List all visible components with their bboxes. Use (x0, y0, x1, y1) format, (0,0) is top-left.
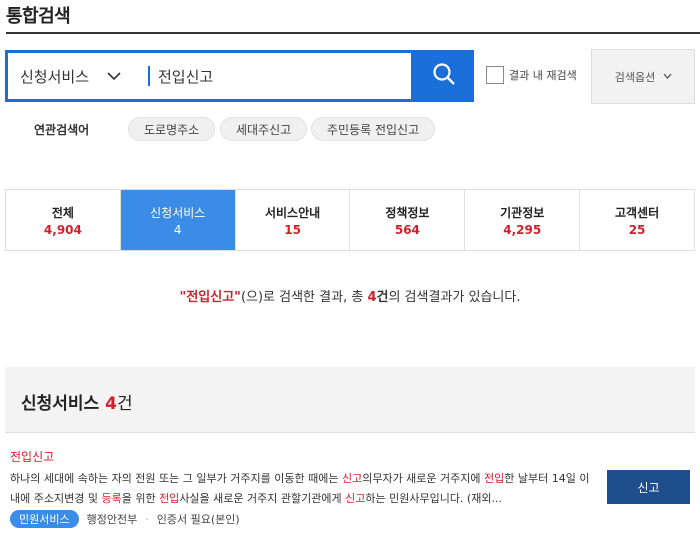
description-highlight: 신고 (341, 472, 363, 485)
related-chip-road-address[interactable]: 도로명주소 (128, 117, 216, 141)
search-options-label: 검색옵션 (614, 70, 656, 84)
tab-count: 4,295 (503, 222, 542, 237)
description-text: 을 위한 (121, 492, 160, 505)
section-title: 신청서비스 4건 (21, 389, 133, 414)
result-title-link[interactable]: 전입신고 (10, 448, 54, 465)
chevron-down-icon (663, 73, 672, 81)
tab-count: 15 (284, 222, 301, 237)
category-select-label: 신청서비스 (20, 68, 90, 86)
tab-label: 정책정보 (385, 205, 430, 220)
service-type-badge: 민원서비스 (10, 510, 79, 528)
recheck-checkbox[interactable] (486, 66, 504, 84)
agency-name: 행정안전부 (86, 513, 138, 526)
category-select[interactable]: 신청서비스 (20, 66, 121, 87)
title-divider (6, 32, 700, 34)
tab-label: 전체 (51, 205, 74, 220)
tab-service-guide[interactable]: 서비스안내 15 (236, 190, 351, 250)
category-tabs: 전체 4,904 신청서비스 4 서비스안내 15 정책정보 564 기관정보 … (5, 189, 695, 251)
recheck-label: 결과 내 재검색 (509, 69, 577, 82)
tab-policy-info[interactable]: 정책정보 564 (350, 190, 466, 250)
result-summary: "전입신고"(으)로 검색한 결과, 총 4건의 검색결과가 있습니다. (0, 286, 700, 305)
meta-separator: · (145, 512, 149, 526)
summary-text-end: 의 검색결과가 있습니다. (388, 290, 521, 305)
tab-label: 서비스안내 (264, 205, 321, 220)
recheck-option[interactable]: 결과 내 재검색 (486, 66, 577, 84)
apply-button[interactable]: 신고 (607, 470, 690, 504)
search-icon (432, 62, 456, 90)
search-button[interactable] (414, 50, 474, 102)
section-count: 4 (105, 394, 117, 414)
description-highlight: 전입 (159, 492, 180, 505)
description-text: 사실을 새로운 거주지 관할기관에게 (179, 492, 346, 505)
summary-unit: 건 (376, 290, 389, 305)
tab-label: 신청서비스 (150, 205, 206, 220)
tab-count: 4 (173, 222, 182, 237)
section-title-label: 신청서비스 (21, 394, 106, 414)
page-title: 통합검색 (6, 6, 71, 27)
search-box: 신청서비스 (5, 50, 414, 102)
section-unit: 건 (116, 394, 133, 414)
tab-count: 564 (394, 222, 420, 237)
related-search-label: 연관검색어 (34, 123, 90, 137)
search-input[interactable] (158, 64, 398, 88)
tab-count: 25 (628, 222, 646, 237)
description-highlight: 전입 (484, 472, 505, 485)
cert-requirement: 인증서 필요(본인) (156, 513, 240, 526)
tab-application-services[interactable]: 신청서비스 4 (120, 190, 236, 250)
tab-count: 4,904 (43, 222, 82, 237)
description-text: 하나의 세대에 속하는 자의 전원 또는 그 일부가 거주지를 이동한 때에는 (10, 472, 342, 485)
description-text: 의무자가 새로운 거주지에 (362, 472, 485, 485)
search-cursor-divider (148, 66, 150, 86)
result-meta: 민원서비스 행정안전부 · 인증서 필요(본인) (10, 510, 240, 528)
result-description: 하나의 세대에 속하는 자의 전원 또는 그 일부가 거주지를 이동한 때에는 … (10, 469, 590, 509)
summary-keyword: "전입신고" (179, 290, 241, 305)
tab-agency-info[interactable]: 기관정보 4,295 (465, 190, 581, 250)
tab-customer-center[interactable]: 고객센터 25 (580, 190, 694, 250)
tab-label: 고객센터 (614, 205, 660, 220)
tab-all[interactable]: 전체 4,904 (6, 190, 121, 250)
description-text: 하는 민원사무입니다. (재외... (365, 492, 502, 505)
section-header: 신청서비스 4건 (5, 367, 695, 433)
search-options-button[interactable]: 검색옵션 (591, 49, 695, 104)
description-highlight: 등록 (101, 492, 122, 505)
related-chip-householder[interactable]: 세대주신고 (220, 117, 308, 141)
summary-text: (으)로 검색한 결과, 총 (240, 290, 368, 305)
tab-label: 기관정보 (500, 205, 545, 220)
chevron-down-icon (107, 71, 121, 83)
related-chip-resident-move-in[interactable]: 주민등록 전입신고 (311, 117, 436, 141)
description-highlight: 신고 (345, 492, 366, 505)
